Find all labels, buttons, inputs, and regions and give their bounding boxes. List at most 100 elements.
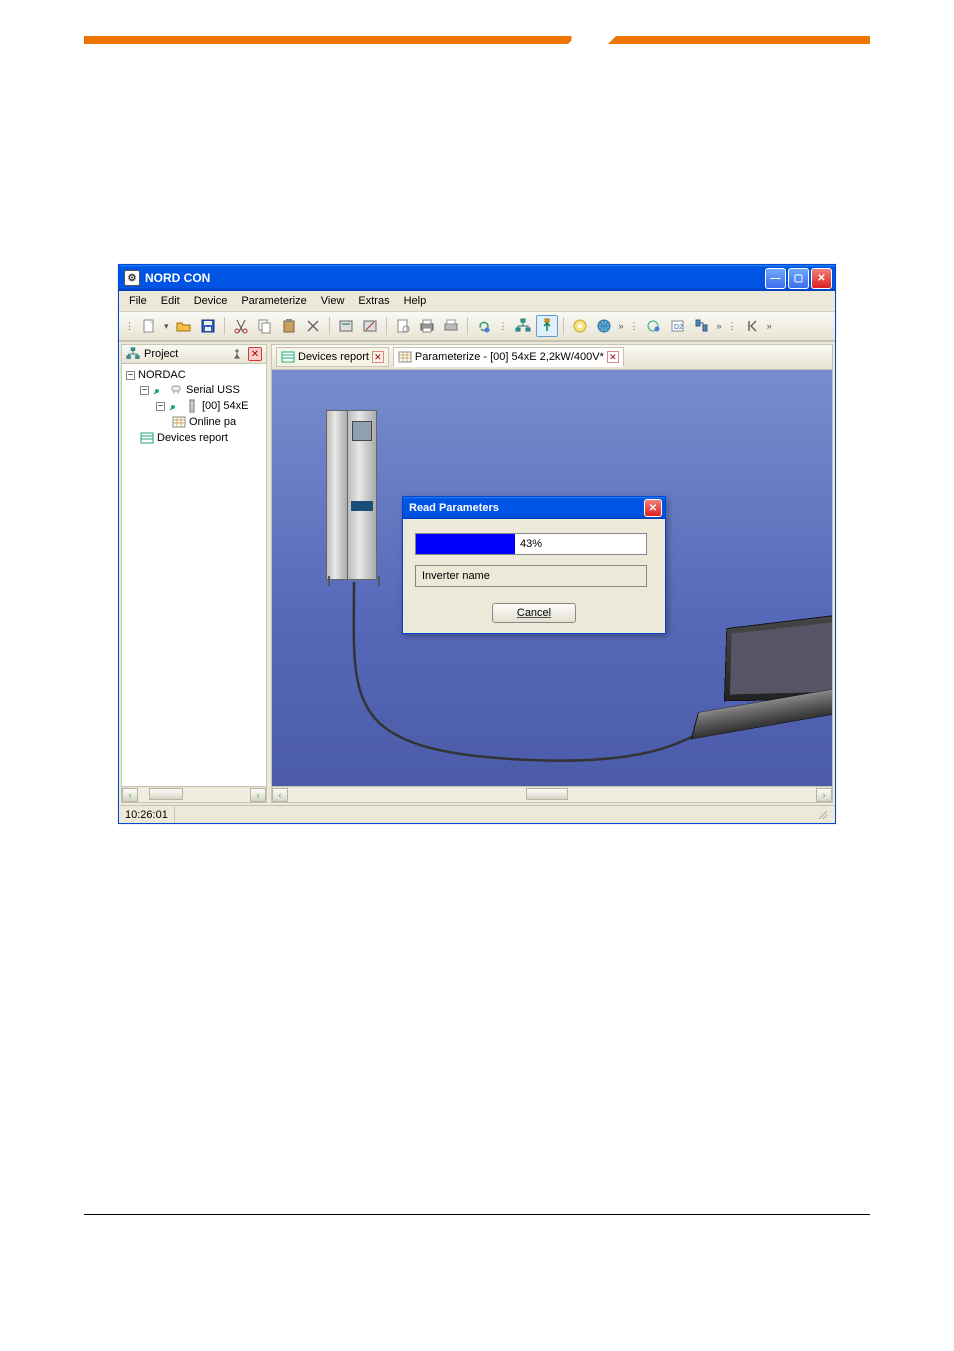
menu-edit[interactable]: Edit: [155, 293, 186, 309]
menu-bar: File Edit Device Parameterize View Extra…: [119, 291, 835, 312]
new-file-icon[interactable]: [138, 315, 160, 337]
laptop-graphic: [692, 626, 833, 736]
tab-close-button[interactable]: ✕: [607, 351, 619, 363]
title-bar: ⚙ NORD CON — ▢ ✕: [119, 265, 835, 291]
document-tab-bar: Devices report ✕ Parameterize - [00] 54x…: [272, 345, 832, 370]
tab-parameterize[interactable]: Parameterize - [00] 54xE 2,2kW/400V* ✕: [393, 347, 624, 367]
tree-node-devices-report[interactable]: Devices report: [124, 430, 264, 446]
scroll-left-button[interactable]: ‹: [272, 788, 288, 802]
ext2-icon[interactable]: D2: [667, 315, 689, 337]
sidebar-header: Project ✕: [122, 345, 266, 364]
read-parameters-dialog: Read Parameters ✕ 43% Inverter name Canc…: [402, 496, 666, 634]
toolbar-grip-4[interactable]: ⋮: [726, 321, 739, 332]
project-sidebar: Project ✕ − NORDAC −: [121, 344, 267, 803]
nordcon-main-window: ⚙ NORD CON — ▢ ✕ File Edit Device Parame…: [118, 264, 836, 824]
tree-label-root: NORDAC: [138, 369, 186, 381]
online-icon[interactable]: [593, 315, 615, 337]
tree-toggle[interactable]: −: [126, 371, 135, 380]
ext1-icon[interactable]: [643, 315, 665, 337]
maximize-button[interactable]: ▢: [788, 268, 809, 289]
print-setup-icon[interactable]: [440, 315, 462, 337]
tree-label-online: Online pa: [189, 416, 236, 428]
scrollbar-thumb[interactable]: [526, 788, 568, 800]
upload-icon[interactable]: [536, 315, 558, 337]
dialog-title: Read Parameters: [409, 502, 644, 514]
tree-toggle[interactable]: −: [140, 386, 149, 395]
project-tree: − NORDAC − Serial USS −: [122, 364, 266, 786]
structure-icon[interactable]: [512, 315, 534, 337]
settings-icon[interactable]: [569, 315, 591, 337]
scrollbar-track[interactable]: [288, 788, 816, 802]
report-icon: [140, 431, 154, 445]
dialog-title-bar: Read Parameters ✕: [403, 497, 665, 519]
menu-view[interactable]: View: [315, 293, 351, 309]
status-field: Inverter name: [415, 565, 647, 587]
toolbar-overflow-1[interactable]: »: [617, 321, 626, 331]
menu-file[interactable]: File: [123, 293, 153, 309]
device-canvas: Read Parameters ✕ 43% Inverter name Canc…: [272, 370, 832, 786]
save-icon[interactable]: [197, 315, 219, 337]
window-title: NORD CON: [145, 271, 765, 285]
plug-icon: [152, 383, 166, 397]
sidebar-hscroll[interactable]: ‹ ›: [122, 786, 266, 802]
menu-extras[interactable]: Extras: [352, 293, 395, 309]
tree-node-serial-uss[interactable]: − Serial USS: [124, 382, 264, 398]
page-footer-rule: [84, 1214, 870, 1215]
toolbar-grip[interactable]: ⋮: [123, 321, 136, 332]
sidebar-close-button[interactable]: ✕: [248, 347, 262, 361]
scroll-right-button[interactable]: ›: [250, 788, 266, 802]
toolbar-grip-2[interactable]: ⋮: [497, 321, 510, 332]
new-dropdown[interactable]: ▾: [162, 321, 171, 332]
tree-label-report: Devices report: [157, 432, 228, 444]
scrollbar-thumb[interactable]: [149, 788, 183, 800]
scroll-left-button[interactable]: ‹: [122, 788, 138, 802]
menu-parameterize[interactable]: Parameterize: [235, 293, 312, 309]
toolbar-grip-3[interactable]: ⋮: [628, 321, 641, 332]
sidebar-title: Project: [144, 348, 226, 360]
menu-help[interactable]: Help: [398, 293, 433, 309]
grid-icon: [172, 415, 186, 429]
device-icon: [185, 399, 199, 413]
nav-first-icon[interactable]: [741, 315, 763, 337]
open-icon[interactable]: [173, 315, 195, 337]
minimize-button[interactable]: —: [765, 268, 786, 289]
main-hscroll[interactable]: ‹ ›: [272, 786, 832, 802]
tab-label: Devices report: [298, 351, 369, 363]
tab-devices-report[interactable]: Devices report ✕: [276, 347, 389, 367]
tree-node-root[interactable]: − NORDAC: [124, 368, 264, 382]
copy-icon[interactable]: [254, 315, 276, 337]
tab-close-button[interactable]: ✕: [372, 351, 384, 363]
cut-icon[interactable]: [230, 315, 252, 337]
status-bar: 10:26:01: [119, 805, 835, 823]
main-toolbar: ⋮ ▾: [119, 312, 835, 341]
progress-bar: 43%: [415, 533, 647, 555]
tree-label-device: [00] 54xE: [202, 400, 248, 412]
page-header-rule: [84, 36, 870, 44]
grid-icon: [398, 350, 412, 364]
project-tree-icon: [126, 347, 140, 361]
toolbar-overflow-2[interactable]: »: [715, 321, 724, 331]
scroll-right-button[interactable]: ›: [816, 788, 832, 802]
ext3-icon[interactable]: [691, 315, 713, 337]
progress-label: 43%: [416, 538, 646, 550]
menu-device[interactable]: Device: [188, 293, 234, 309]
refresh-icon[interactable]: [473, 315, 495, 337]
resize-grip[interactable]: [811, 806, 835, 823]
print-preview-icon[interactable]: [392, 315, 414, 337]
paste-icon[interactable]: [278, 315, 300, 337]
print-icon[interactable]: [416, 315, 438, 337]
sidebar-pin-button[interactable]: [230, 347, 244, 361]
scrollbar-track[interactable]: [138, 788, 250, 802]
connector-icon: [169, 383, 183, 397]
device-overview-icon[interactable]: [335, 315, 357, 337]
cancel-label: Cancel: [517, 607, 551, 619]
delete-icon[interactable]: [302, 315, 324, 337]
toolbar-overflow-3[interactable]: »: [765, 321, 774, 331]
cancel-button[interactable]: Cancel: [492, 603, 576, 623]
tree-node-online-params[interactable]: Online pa: [124, 414, 264, 430]
tree-toggle[interactable]: −: [156, 402, 165, 411]
device-remove-icon[interactable]: [359, 315, 381, 337]
dialog-close-button[interactable]: ✕: [644, 499, 662, 517]
close-button[interactable]: ✕: [811, 268, 832, 289]
tree-node-54xe[interactable]: − [00] 54xE: [124, 398, 264, 414]
